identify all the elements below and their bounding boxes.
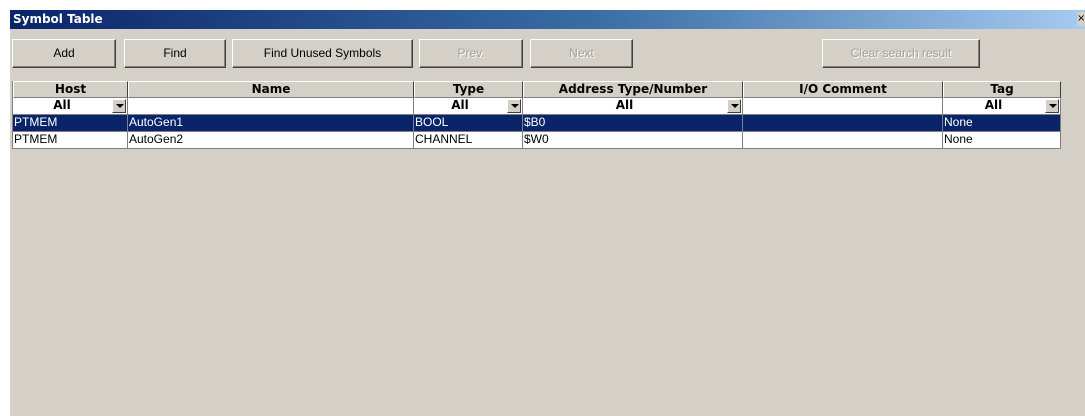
type-filter-value: All bbox=[451, 98, 469, 112]
header-row: Host Name Type Address Type/Number I/O C… bbox=[13, 81, 1063, 98]
chevron-down-icon[interactable] bbox=[727, 99, 741, 113]
symbol-table-window: Symbol Table × Add Find Find Unused Symb… bbox=[10, 10, 1085, 416]
address-filter-value: All bbox=[615, 98, 634, 112]
address-filter[interactable]: All bbox=[523, 98, 743, 115]
address-cell[interactable]: $B0 bbox=[523, 115, 743, 132]
chevron-down-icon[interactable] bbox=[112, 99, 126, 113]
column-header-name[interactable]: Name bbox=[128, 81, 414, 98]
find-button[interactable]: Find bbox=[124, 39, 226, 68]
io-comment-filter[interactable] bbox=[743, 98, 943, 115]
title-bar[interactable]: Symbol Table × bbox=[10, 10, 1085, 29]
name-filter[interactable] bbox=[128, 98, 414, 115]
symbol-grid: Host Name Type Address Type/Number I/O C… bbox=[12, 81, 1063, 149]
type-filter[interactable]: All bbox=[414, 98, 523, 115]
close-icon[interactable]: × bbox=[1077, 12, 1085, 26]
find-unused-symbols-button[interactable]: Find Unused Symbols bbox=[232, 39, 413, 68]
chevron-down-icon[interactable] bbox=[507, 99, 521, 113]
host-cell[interactable]: PTMEM bbox=[13, 115, 128, 132]
column-header-tag[interactable]: Tag bbox=[943, 81, 1061, 98]
name-cell[interactable]: AutoGen1 bbox=[128, 115, 414, 132]
table-row[interactable]: PTMEM AutoGen1 BOOL $B0 None bbox=[13, 115, 1063, 132]
next-button[interactable]: Next bbox=[530, 39, 633, 68]
toolbar: Add Find Find Unused Symbols Prev. Next … bbox=[10, 29, 1085, 73]
chevron-down-icon[interactable] bbox=[1045, 99, 1059, 113]
table-row[interactable]: PTMEM AutoGen2 CHANNEL $W0 None bbox=[13, 132, 1063, 149]
column-header-address[interactable]: Address Type/Number bbox=[523, 81, 743, 98]
host-filter[interactable]: All bbox=[13, 98, 128, 115]
host-filter-value: All bbox=[53, 98, 71, 112]
io-comment-cell[interactable] bbox=[743, 132, 943, 149]
type-cell[interactable]: BOOL bbox=[414, 115, 523, 132]
filter-row: All All All All bbox=[13, 98, 1063, 115]
add-button[interactable]: Add bbox=[12, 39, 116, 68]
tag-filter[interactable]: All bbox=[943, 98, 1061, 115]
io-comment-cell[interactable] bbox=[743, 115, 943, 132]
host-cell[interactable]: PTMEM bbox=[13, 132, 128, 149]
name-cell[interactable]: AutoGen2 bbox=[128, 132, 414, 149]
tag-filter-value: All bbox=[984, 98, 1003, 112]
tag-cell[interactable]: None bbox=[943, 132, 1061, 149]
prev-button[interactable]: Prev. bbox=[419, 39, 523, 68]
window-title: Symbol Table bbox=[13, 12, 103, 26]
column-header-io-comment[interactable]: I/O Comment bbox=[743, 81, 943, 98]
address-cell[interactable]: $W0 bbox=[523, 132, 743, 149]
column-header-type[interactable]: Type bbox=[414, 81, 523, 98]
column-header-host[interactable]: Host bbox=[13, 81, 128, 98]
type-cell[interactable]: CHANNEL bbox=[414, 132, 523, 149]
clear-search-result-button[interactable]: Clear search result bbox=[822, 39, 980, 68]
tag-cell[interactable]: None bbox=[943, 115, 1061, 132]
